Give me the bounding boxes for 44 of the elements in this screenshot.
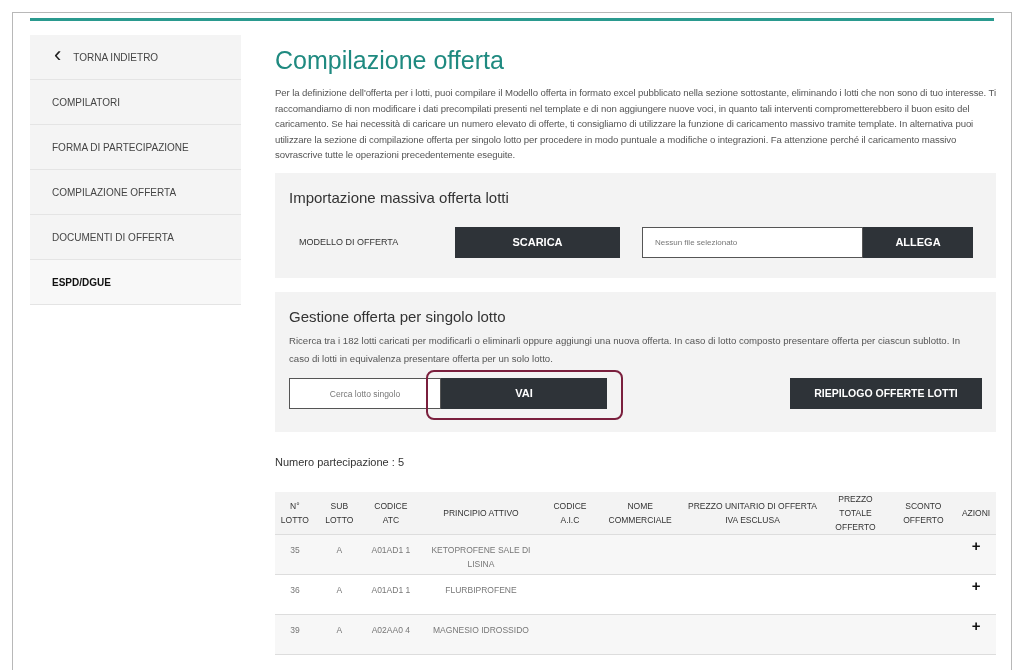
column-header: N° LOTTO bbox=[275, 492, 315, 535]
table-cell: A bbox=[314, 574, 364, 615]
download-button[interactable]: SCARICA bbox=[455, 227, 620, 258]
table-cell: 36 bbox=[275, 574, 315, 615]
column-header: CODICE ATC bbox=[363, 492, 418, 535]
search-field[interactable]: Cerca lotto singolo bbox=[289, 378, 441, 409]
sidebar-item[interactable]: COMPILATORI bbox=[30, 80, 241, 125]
column-header: SCONTO OFFERTO bbox=[890, 492, 957, 535]
column-header: AZIONI bbox=[956, 492, 996, 535]
go-button[interactable]: VAI bbox=[441, 378, 607, 409]
table-cell: MAGNESIO IDROSSIDO bbox=[417, 614, 545, 655]
section-title: Gestione offerta per singolo lotto bbox=[289, 306, 507, 327]
column-header: CODICE A.I.C bbox=[544, 492, 596, 535]
column-header: PREZZO UNITARIO DI OFFERTA IVA ESCLUSA bbox=[684, 492, 821, 535]
column-header: PREZZO TOTALE OFFERTO bbox=[820, 492, 891, 535]
section-title: Importazione massiva offerta lotti bbox=[289, 187, 510, 208]
table-cell: A bbox=[314, 614, 364, 655]
table-cell: 39 bbox=[275, 614, 315, 655]
table-cell: 35 bbox=[275, 534, 315, 575]
add-button[interactable]: + bbox=[956, 534, 996, 575]
page-title: Compilazione offerta bbox=[275, 45, 505, 75]
column-header: PRINCIPIO ATTIVO bbox=[417, 492, 545, 535]
sidebar-item[interactable]: ESPD/DGUE bbox=[30, 260, 241, 305]
table-cell: A bbox=[314, 534, 364, 575]
file-field[interactable]: Nessun file selezionato bbox=[642, 227, 863, 258]
table-cell: A01AD1 1 bbox=[363, 534, 418, 575]
table-cell: KETOPROFENE SALE DI LISINA bbox=[417, 534, 545, 575]
summary-button[interactable]: RIEPILOGO OFFERTE LOTTI bbox=[790, 378, 982, 409]
table-cell: A01AD1 1 bbox=[363, 574, 418, 615]
sidebar-item[interactable]: DOCUMENTI DI OFFERTA bbox=[30, 215, 241, 260]
table-cell: A02AA0 4 bbox=[363, 614, 418, 655]
field-label: MODELLO DI OFFERTA bbox=[298, 235, 400, 249]
column-header: NOME COMMERCIALE bbox=[595, 492, 685, 535]
add-button[interactable]: + bbox=[956, 574, 996, 615]
section-description: Ricerca tra i 182 lotti caricati per modificarli o eliminarli oppure aggiungi una nuova offerta. In caso di lotto composto presentare offerta per ciascun sublotto. In caso di lotti in equivalenza presentare offerta per un solo lotto. bbox=[289, 334, 962, 366]
table-cell: FLURBIPROFENE bbox=[417, 574, 545, 615]
participation-number: Numero partecipazione : 5 bbox=[275, 454, 405, 470]
back-link[interactable]: ‹ TORNA INDIETRO bbox=[30, 35, 241, 80]
sidebar-item[interactable]: COMPILAZIONE OFFERTA bbox=[30, 170, 241, 215]
column-header: SUB LOTTO bbox=[314, 492, 364, 535]
attach-button[interactable]: ALLEGA bbox=[863, 227, 973, 258]
sidebar-item[interactable]: FORMA DI PARTECIPAZIONE bbox=[30, 125, 241, 170]
intro-paragraph: Per la definizione dell'offerta per i lotti, puoi compilare il Modello offerta in formato excel pubblicato nella sezione sottostante, eliminando i lotti che non sono di tuo interesse. Ti raccomandiamo di non modificare i dati precompilati presenti nel template e di non aggiungere nuove voci, in quanto tali interventi comprometterebbero il buon esito del caricamento. Se hai necessità di caricare un numero elevato di offerte, ti consigliamo di utilizzare la funzione di caricamento massivo tramite template. In alternativa puoi utilizzare la sezione di compilazione offerta per singolo lotto per procedere in modo puntuale a modifiche o integrazioni. Fa attenzione perché il caricamento massivo sovrascrive tutte le operazioni precedentemente eseguite. bbox=[275, 86, 996, 162]
add-button[interactable]: + bbox=[956, 614, 996, 655]
